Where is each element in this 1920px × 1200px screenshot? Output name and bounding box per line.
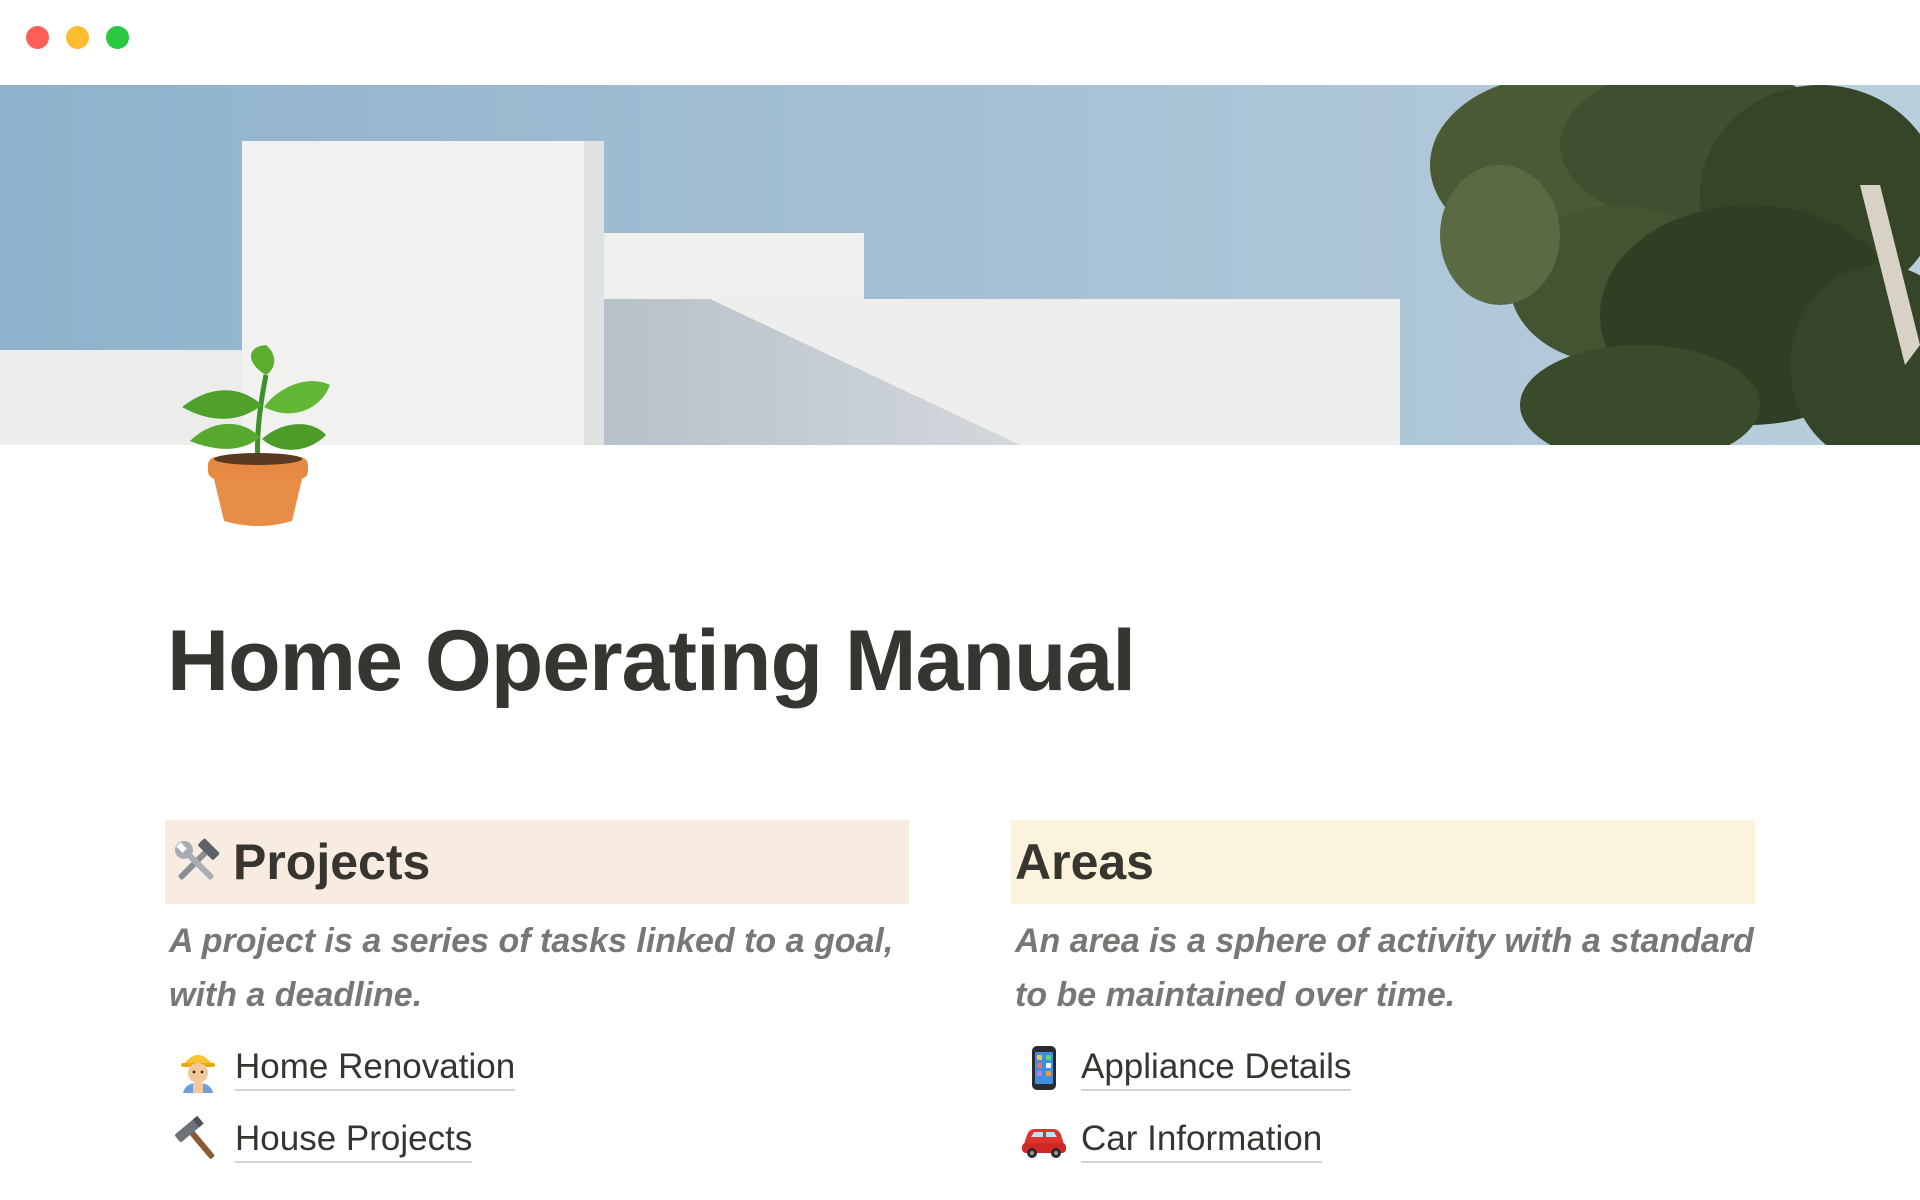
car-icon [1019, 1115, 1069, 1165]
window-close-button[interactable] [26, 26, 49, 49]
car-information-link[interactable]: Car Information [1081, 1117, 1323, 1163]
projects-links: Home Renovation House Projects [165, 1032, 909, 1176]
title-bar [0, 0, 1920, 85]
app-window: Home Operating Manual Projects A project… [0, 0, 1920, 1200]
list-item[interactable]: Home Renovation [173, 1032, 909, 1104]
window-minimize-button[interactable] [66, 26, 89, 49]
mobile-phone-icon [1019, 1043, 1069, 1093]
house-projects-link[interactable]: House Projects [235, 1117, 473, 1163]
page-title[interactable]: Home Operating Manual [167, 612, 1136, 711]
home-renovation-link[interactable]: Home Renovation [235, 1045, 516, 1091]
list-item[interactable]: House Projects [173, 1104, 909, 1176]
projects-column: Projects A project is a series of tasks … [165, 820, 909, 1176]
areas-heading[interactable]: Areas [1011, 820, 1755, 904]
construction-worker-icon [173, 1043, 223, 1093]
window-maximize-button[interactable] [106, 26, 129, 49]
hammer-icon [173, 1115, 223, 1165]
areas-column: Areas An area is a sphere of activity wi… [1011, 820, 1755, 1176]
list-item[interactable]: Appliance Details [1019, 1032, 1755, 1104]
potted-plant-icon[interactable] [170, 345, 350, 535]
projects-heading[interactable]: Projects [165, 820, 909, 904]
areas-links: Appliance Details Car Information [1011, 1032, 1755, 1176]
projects-heading-text: Projects [233, 834, 431, 890]
areas-description: An area is a sphere of activity with a s… [1015, 922, 1754, 1014]
areas-heading-text: Areas [1015, 834, 1154, 890]
hammer-and-wrench-icon [169, 835, 223, 889]
appliance-details-link[interactable]: Appliance Details [1081, 1045, 1352, 1091]
list-item[interactable]: Car Information [1019, 1104, 1755, 1176]
projects-description: A project is a series of tasks linked to… [169, 922, 894, 1014]
